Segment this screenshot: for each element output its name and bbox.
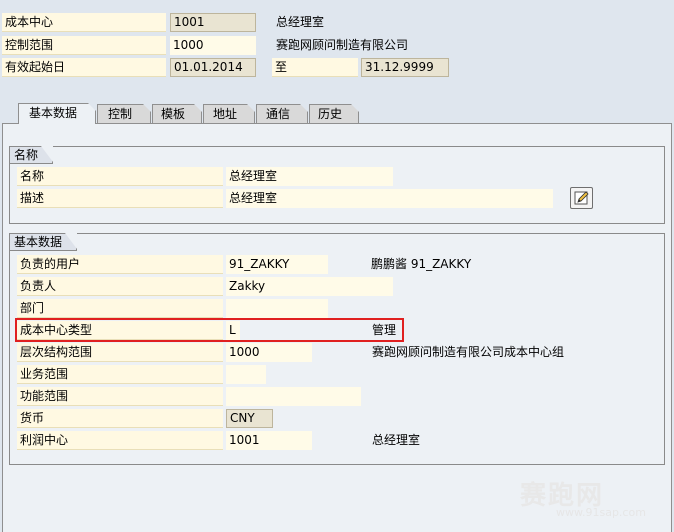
tab-communication[interactable]: 通信 — [256, 104, 308, 123]
controlling-area-value[interactable]: 1000 — [170, 36, 256, 55]
tab-history[interactable]: 历史 — [309, 104, 359, 123]
name-label: 名称 — [17, 167, 223, 186]
user-responsible-desc: 鹏鹏酱 91_ZAKKY — [371, 257, 472, 271]
business-area-input[interactable] — [226, 365, 266, 384]
profit-center-desc: 总经理室 — [372, 433, 421, 447]
currency-value[interactable]: CNY — [226, 409, 273, 428]
cost-center-desc: 总经理室 — [276, 15, 325, 29]
valid-to-label: 至 — [272, 58, 358, 77]
name-input[interactable]: 总经理室 — [226, 167, 393, 186]
basic-data-group-title: 基本数据 — [10, 233, 78, 251]
person-responsible-input[interactable]: Zakky — [226, 277, 393, 296]
profit-center-input[interactable]: 1001 — [226, 431, 312, 450]
description-input[interactable]: 总经理室 — [226, 189, 553, 208]
highlight-box — [15, 318, 404, 342]
edit-description-button[interactable] — [570, 187, 593, 209]
controlling-area-desc: 赛跑网顾问制造有限公司 — [276, 38, 409, 52]
tab-basic-data[interactable]: 基本数据 — [18, 103, 96, 124]
names-group-title: 名称 — [10, 146, 54, 164]
tab-control[interactable]: 控制 — [97, 104, 151, 123]
valid-from-value[interactable]: 01.01.2014 — [170, 58, 256, 77]
functional-area-input[interactable] — [226, 387, 361, 406]
profit-center-label: 利润中心 — [17, 431, 223, 450]
department-label: 部门 — [17, 299, 223, 318]
cost-center-value[interactable]: 1001 — [170, 13, 256, 32]
hierarchy-area-label: 层次结构范围 — [17, 343, 223, 362]
currency-label: 货币 — [17, 409, 223, 428]
department-input[interactable] — [226, 299, 328, 318]
person-responsible-label: 负责人 — [17, 277, 223, 296]
hierarchy-area-desc: 赛跑网顾问制造有限公司成本中心组 — [372, 345, 565, 359]
valid-to-value[interactable]: 31.12.9999 — [361, 58, 449, 77]
cost-center-label: 成本中心 — [2, 13, 166, 32]
user-responsible-label: 负责的用户 — [17, 255, 223, 274]
business-area-label: 业务范围 — [17, 365, 223, 384]
tab-templates[interactable]: 模板 — [152, 104, 202, 123]
user-responsible-input[interactable]: 91_ZAKKY — [226, 255, 328, 274]
tab-address[interactable]: 地址 — [203, 104, 255, 123]
description-label: 描述 — [17, 189, 223, 208]
valid-from-label: 有效起始日 — [2, 58, 166, 77]
edit-pencil-icon — [574, 190, 590, 209]
controlling-area-label: 控制范围 — [2, 36, 166, 55]
watermark-url: www.91sap.com — [556, 506, 646, 519]
hierarchy-area-input[interactable]: 1000 — [226, 343, 312, 362]
functional-area-label: 功能范围 — [17, 387, 223, 406]
